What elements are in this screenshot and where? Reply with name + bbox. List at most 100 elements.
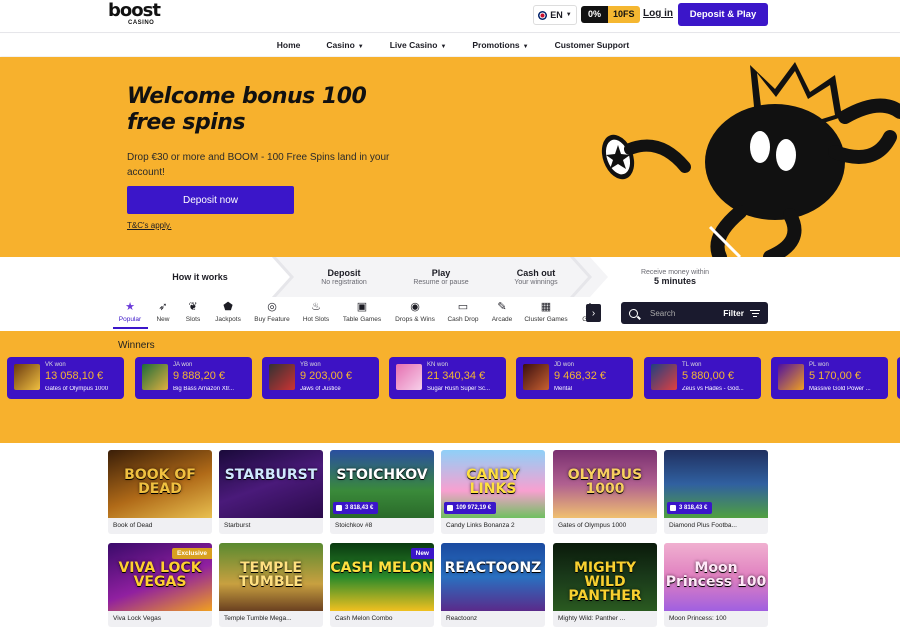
winner-card[interactable]: KN won 21 340,34 € Sugar Rush Super Sc... bbox=[389, 357, 506, 399]
nav-item-customer-support[interactable]: Customer Support bbox=[555, 40, 630, 50]
deposit-play-button[interactable]: Deposit & Play bbox=[678, 3, 768, 26]
game-card[interactable]: MIGHTY WILD PANTHER Mighty Wild: Panther … bbox=[553, 543, 657, 627]
winner-user: JA won bbox=[173, 362, 193, 368]
terms-link[interactable]: T&C's apply. bbox=[127, 221, 172, 230]
winner-amount: 13 058,10 € bbox=[45, 370, 104, 382]
game-thumbnail[interactable]: STARBURST bbox=[219, 450, 323, 518]
winner-game-name: Gates of Olympus 1000 bbox=[45, 386, 109, 392]
chevron-down-icon: ▼ bbox=[357, 44, 364, 50]
game-card[interactable]: TEMPLE TUMBLE Temple Tumble Mega... bbox=[219, 543, 323, 627]
search-input[interactable]: Search bbox=[650, 309, 675, 318]
drops-icon: ◉ bbox=[410, 301, 420, 313]
game-art-title: CASH MELON bbox=[330, 560, 434, 576]
winner-game-thumbnail bbox=[778, 364, 804, 390]
game-art-title: MIGHTY WILD PANTHER bbox=[568, 560, 642, 604]
game-art-title: REACTOONZ bbox=[444, 560, 542, 576]
hero-banner: Welcome bonus 100 free spins Drop €30 or… bbox=[0, 57, 900, 257]
winner-game-thumbnail bbox=[269, 364, 295, 390]
game-card[interactable]: BOOK OF DEAD Book of Dead bbox=[108, 450, 212, 534]
category-label: Popular bbox=[118, 316, 142, 323]
winner-game-name: Big Bass Amazon Xtr... bbox=[173, 386, 235, 392]
grid-icon: ▦ bbox=[540, 301, 552, 313]
jackpot-badge: 109 972,19 € bbox=[444, 502, 497, 514]
game-name: Moon Princess: 100 bbox=[669, 615, 727, 622]
game-art-title: CANDY LINKS bbox=[466, 467, 520, 497]
game-thumbnail[interactable]: TEMPLE TUMBLE bbox=[219, 543, 323, 611]
winner-card[interactable]: JD won 9 468,32 € Mental bbox=[516, 357, 633, 399]
game-name: Cash Melon Combo bbox=[335, 615, 393, 622]
winner-amount: 9 203,00 € bbox=[300, 370, 352, 382]
nav-item-casino[interactable]: Casino ▼ bbox=[326, 40, 363, 50]
winner-card[interactable]: TL won 5 880,00 € Zeus vs Hades - God... bbox=[644, 357, 761, 399]
balance-indicator[interactable]: 0% 10FS bbox=[581, 6, 640, 23]
nav-item-live-casino[interactable]: Live Casino ▼ bbox=[390, 40, 447, 50]
game-name: Stoichkov #8 bbox=[335, 522, 373, 529]
winner-card[interactable]: YB won 9 203,00 € Jaws of Justice bbox=[262, 357, 379, 399]
category-drops-wins[interactable]: ◉ Drops & Wins bbox=[385, 301, 445, 323]
game-card[interactable]: VIVA LOCK VEGAS Exclusive Viva Lock Vegas bbox=[108, 543, 212, 627]
game-card[interactable]: CANDY LINKS 109 972,19 € Candy Links Bonan… bbox=[441, 450, 545, 534]
language-selector[interactable]: EN ▼ bbox=[533, 5, 577, 25]
winner-amount: 21 340,34 € bbox=[427, 370, 486, 382]
chevron-down-icon: ▼ bbox=[440, 44, 447, 50]
language-label: EN bbox=[550, 10, 563, 20]
how-it-works-bar: How it works Deposit No registration Pla… bbox=[0, 257, 900, 297]
game-card[interactable]: CASH MELON New Cash Melon Combo bbox=[330, 543, 434, 627]
winner-game-thumbnail bbox=[523, 364, 549, 390]
category-popular[interactable]: ★ Popular bbox=[100, 301, 160, 323]
game-art-title: TEMPLE TUMBLE bbox=[238, 560, 303, 590]
winner-user: JD won bbox=[554, 362, 575, 368]
receive-money-info: Receive money within 5 minutes bbox=[640, 269, 710, 286]
winner-game-name: Sugar Rush Super Sc... bbox=[427, 386, 491, 392]
jackpot-icon bbox=[447, 505, 453, 511]
game-thumbnail[interactable]: OLYMPUS 1000 bbox=[553, 450, 657, 518]
game-thumbnail[interactable]: Moon Princess 100 bbox=[664, 543, 768, 611]
game-name: Candy Links Bonanza 2 bbox=[446, 522, 515, 529]
filter-icon[interactable] bbox=[750, 309, 760, 317]
category-label: Table Games bbox=[342, 316, 382, 323]
login-link[interactable]: Log in bbox=[643, 8, 673, 19]
search-icon bbox=[629, 308, 638, 318]
filter-button[interactable]: Filter bbox=[723, 308, 744, 318]
game-thumbnail[interactable]: BOOK OF DEAD bbox=[108, 450, 212, 518]
joystick-icon: ✎ bbox=[497, 301, 507, 313]
game-art-title: Moon Princess 100 bbox=[665, 560, 767, 590]
game-art-title: OLYMPUS 1000 bbox=[567, 467, 643, 497]
winners-section: Winners VK won 13 058,10 € Gates of Olympu… bbox=[0, 331, 900, 443]
game-name: Mighty Wild: Panther ... bbox=[558, 615, 626, 622]
game-card[interactable]: 3 818,43 € Diamond Plus Footba... bbox=[664, 450, 768, 534]
nav-item-promotions[interactable]: Promotions ▼ bbox=[472, 40, 528, 50]
game-card[interactable]: REACTOONZ Reactoonz bbox=[441, 543, 545, 627]
game-name: Diamond Plus Footba... bbox=[669, 522, 737, 529]
deposit-now-button[interactable]: Deposit now bbox=[127, 186, 294, 214]
game-card[interactable]: STARBURST Starburst bbox=[219, 450, 323, 534]
winner-card[interactable]: VK won 13 058,10 € Gates of Olympus 1000 bbox=[7, 357, 124, 399]
winner-game-name: Mental bbox=[554, 386, 573, 392]
free-spins-count: 10FS bbox=[608, 6, 640, 23]
nav-item-label: Live Casino bbox=[389, 40, 438, 50]
logo-wordmark: boost bbox=[108, 0, 161, 21]
category-bar: ◈Gol...▦Cluster Games✎Arcade▭Cash Drop◉D… bbox=[0, 298, 900, 331]
nav-item-home[interactable]: Home bbox=[277, 40, 301, 50]
main-nav: Home Casino ▼ Live Casino ▼ Promotions ▼ Custom… bbox=[0, 34, 900, 56]
chevron-down-icon: ▼ bbox=[522, 44, 529, 50]
game-card[interactable]: STOICHKOV 3 818,43 € Stoichkov #8 bbox=[330, 450, 434, 534]
categories-next-button[interactable]: › bbox=[586, 304, 601, 322]
game-thumbnail[interactable]: MIGHTY WILD PANTHER bbox=[553, 543, 657, 611]
winner-game-name: Massive Gold Power ... bbox=[809, 386, 871, 392]
game-art-title: STARBURST bbox=[224, 467, 318, 483]
search-bar[interactable]: Search Filter bbox=[621, 302, 768, 324]
logo-subtitle: CASINO bbox=[128, 20, 155, 26]
jackpot-badge: 3 818,43 € bbox=[333, 502, 379, 514]
winner-card[interactable]: JA won 9 888,20 € Big Bass Amazon Xtr... bbox=[135, 357, 252, 399]
boost-logo[interactable]: boost CASINO bbox=[108, 2, 170, 28]
winner-card[interactable]: PL won 5 170,00 € Massive Gold Power ... bbox=[771, 357, 888, 399]
game-card[interactable]: Moon Princess 100 Moon Princess: 100 bbox=[664, 543, 768, 627]
game-name: Book of Dead bbox=[113, 522, 153, 529]
game-thumbnail[interactable]: REACTOONZ bbox=[441, 543, 545, 611]
game-card[interactable]: OLYMPUS 1000 Gates of Olympus 1000 bbox=[553, 450, 657, 534]
jackpot-icon bbox=[336, 505, 342, 511]
game-name: Gates of Olympus 1000 bbox=[558, 522, 627, 529]
winner-game-name: Zeus vs Hades - God... bbox=[682, 386, 744, 392]
winner-game-thumbnail bbox=[396, 364, 422, 390]
